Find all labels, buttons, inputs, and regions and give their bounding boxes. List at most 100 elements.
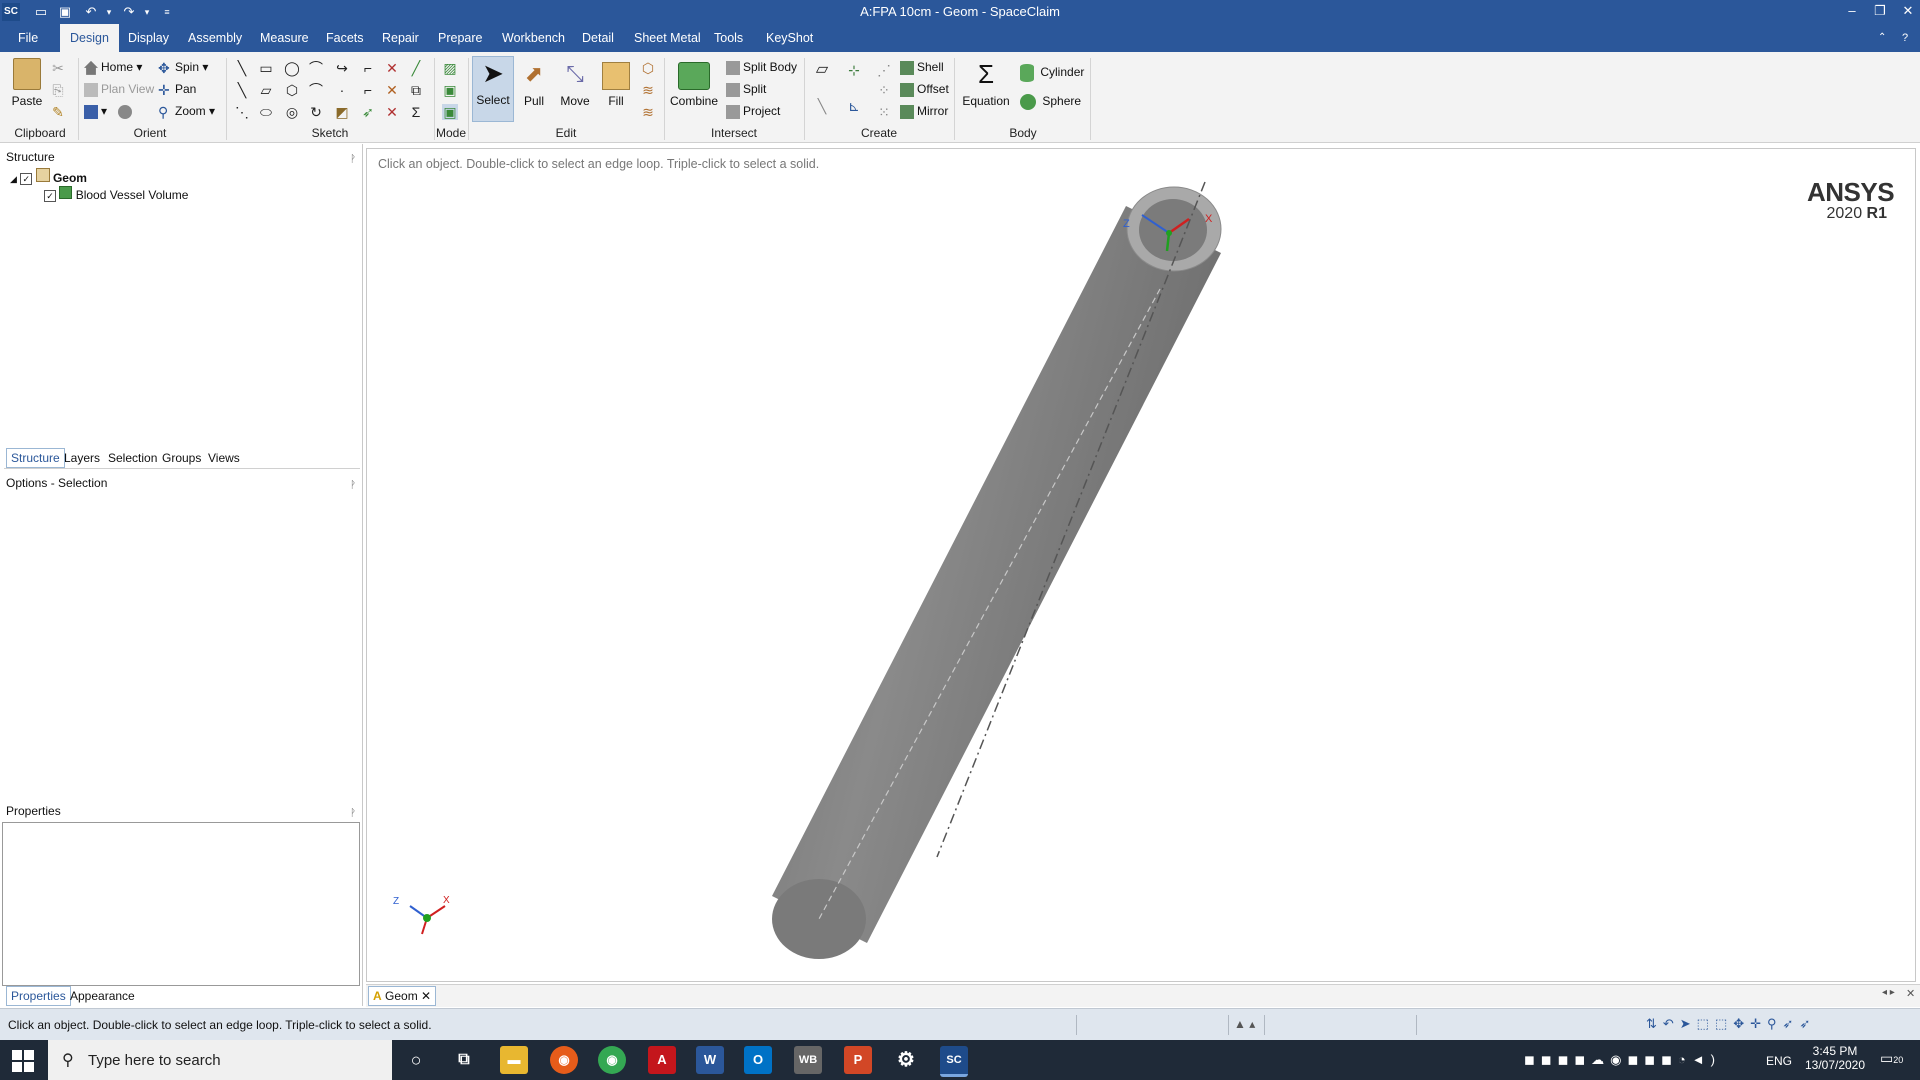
settings-gear-icon[interactable]: ⚙ [892,1046,920,1074]
cylinder-button[interactable]: Cylinder [1020,64,1084,82]
tab-prepare[interactable]: Prepare [428,24,492,52]
pull-button[interactable]: ⬈ Pull [516,58,552,108]
tab-structure[interactable]: Structure [6,448,65,468]
face-curve-icon[interactable]: ◩ [334,104,350,120]
origin-icon[interactable]: ⊾ [846,98,862,114]
point-icon[interactable]: · [334,82,350,98]
circle-three-point-icon[interactable]: ◎ [284,104,300,120]
project-curve-icon[interactable]: ➶ [360,104,376,120]
tab-repair[interactable]: Repair [372,24,429,52]
doc-tab-geom[interactable]: A Geom ✕ [368,986,437,1006]
checkbox-icon[interactable]: ✓ [20,173,33,185]
offset-button[interactable]: Offset [900,82,949,97]
circle-icon[interactable]: ◯ [284,60,300,76]
tab-assembly[interactable]: Assembly [178,24,252,52]
powerpoint-icon[interactable]: P [844,1046,872,1074]
sketch-mode-icon[interactable]: ▨ [442,60,458,76]
plan-view-button[interactable]: Plan View [84,82,154,97]
workbench-icon[interactable]: WB [794,1046,822,1074]
tab-layers[interactable]: Layers [60,449,104,467]
pin-icon[interactable]: ᚹ [350,151,356,169]
taskbar-search-box[interactable]: ⚲ Type here to search [48,1040,392,1080]
help-icon[interactable]: ? [1892,24,1918,52]
equation-sketch-icon[interactable]: Σ [408,104,424,120]
tab-workbench[interactable]: Workbench [492,24,575,52]
spline-icon[interactable]: ↻ [308,104,324,120]
windows-start-icon[interactable] [12,1050,34,1072]
tab-facets[interactable]: Facets [316,24,374,52]
loft-icon[interactable]: ≋ [640,104,656,120]
pan-button[interactable]: ✛ Pan [158,82,196,97]
tab-appearance[interactable]: Appearance [66,987,139,1005]
tree-item-blood-vessel[interactable]: ✓ Blood Vessel Volume [44,186,188,202]
expand-icon[interactable]: ◢ [10,174,17,184]
tab-detail[interactable]: Detail [572,24,624,52]
pin-icon[interactable]: ᚹ [350,805,356,823]
shell-button[interactable]: Shell [900,60,944,75]
tab-selection[interactable]: Selection [104,449,161,467]
language-indicator[interactable]: ENG [1766,1054,1792,1068]
format-painter-icon[interactable]: ✎ [50,104,66,120]
plane-icon[interactable]: ▱ [814,62,830,78]
checkbox-icon[interactable]: ✓ [44,190,56,202]
blood-vessel-cylinder[interactable] [772,186,1222,959]
tab-file[interactable]: File [8,24,48,52]
tree-root[interactable]: ◢ ✓ Geom [10,168,87,185]
tab-tools[interactable]: Tools [704,24,753,52]
tab-design[interactable]: Design [60,24,119,52]
move-button[interactable]: ⤡ Move [556,58,594,108]
pin-icon[interactable]: ᚹ [350,477,356,495]
3d-mode-icon[interactable]: ▣ [442,104,458,120]
zoom-button[interactable]: ⚲ Zoom ▾ [158,104,215,119]
sphere-button[interactable]: Sphere [1020,94,1081,110]
linear-pattern-icon[interactable]: ⁙ [876,104,892,120]
rectangle-icon[interactable]: ▭ [258,60,274,76]
polygon-rect-icon[interactable]: ▱ [258,82,274,98]
view-cube-button[interactable]: ▾ [84,104,135,119]
section-mode-icon[interactable]: ▣ [442,82,458,98]
cylinder-side[interactable] [772,206,1221,943]
line-create-icon[interactable]: ╲ [814,98,830,114]
spaceclaim-taskbar-icon[interactable]: SC [940,1046,968,1077]
tab-groups[interactable]: Groups [158,449,205,467]
sweep-arc-icon[interactable]: ⌐ [360,60,376,76]
arc-icon[interactable]: ⌒ [308,60,324,76]
firefox-icon[interactable]: ◉ [550,1046,578,1074]
tab-keyshot[interactable]: KeyShot [756,24,823,52]
notifications-icon[interactable]: ▭20 [1880,1050,1903,1067]
select-button[interactable]: ➤ Select [472,56,514,122]
task-view-icon[interactable]: ⧉ [450,1046,478,1074]
point-create-icon[interactable]: ⋰ [876,62,892,78]
split-line-icon[interactable]: ✕ [384,104,400,120]
home-button[interactable]: Home ▾ [84,60,142,75]
tab-views[interactable]: Views [204,449,244,467]
tab-scroll-arrows[interactable]: ◂ ▸ [1882,987,1895,998]
blend-icon[interactable]: ⬡ [640,60,656,76]
spin-button[interactable]: ✥ Spin ▾ [158,60,208,75]
paste-button[interactable]: Paste [8,58,46,108]
construction-line-icon[interactable]: ⋱ [234,104,250,120]
tab-measure[interactable]: Measure [250,24,319,52]
tangent-arc-icon[interactable]: ↪ [334,60,350,76]
mirror-button[interactable]: Mirror [900,104,948,119]
file-explorer-icon[interactable]: ▬ [500,1046,528,1074]
polygon-icon[interactable]: ⬡ [284,82,300,98]
view-triad[interactable]: Z X [393,895,450,935]
close-doc-icon[interactable]: ✕ [1906,987,1915,1000]
split-body-button[interactable]: Split Body [726,60,797,75]
graphics-viewport[interactable]: Click an object. Double-click to select … [366,148,1916,982]
selection-tools-icons[interactable]: ⇅↶➤⬚⬚✥✛⚲➶➶ [1646,1016,1816,1032]
offset-curve-icon[interactable]: ╱ [408,60,424,76]
extend-icon[interactable]: ✕ [384,82,400,98]
tangent-line-icon[interactable]: ╲ [234,82,250,98]
trim-icon[interactable]: ✕ [384,60,400,76]
close-button[interactable]: ✕ [1894,0,1920,24]
chrome-icon[interactable]: ◉ [598,1046,626,1074]
minimize-button[interactable]: – [1838,0,1866,24]
close-tab-icon[interactable]: ✕ [421,989,431,1003]
properties-grid[interactable] [2,822,360,986]
tweak-face-icon[interactable]: ≋ [640,82,656,98]
word-icon[interactable]: W [696,1046,724,1074]
restore-button[interactable]: ❐ [1866,0,1894,24]
axis-icon[interactable]: ⊹ [846,62,862,78]
